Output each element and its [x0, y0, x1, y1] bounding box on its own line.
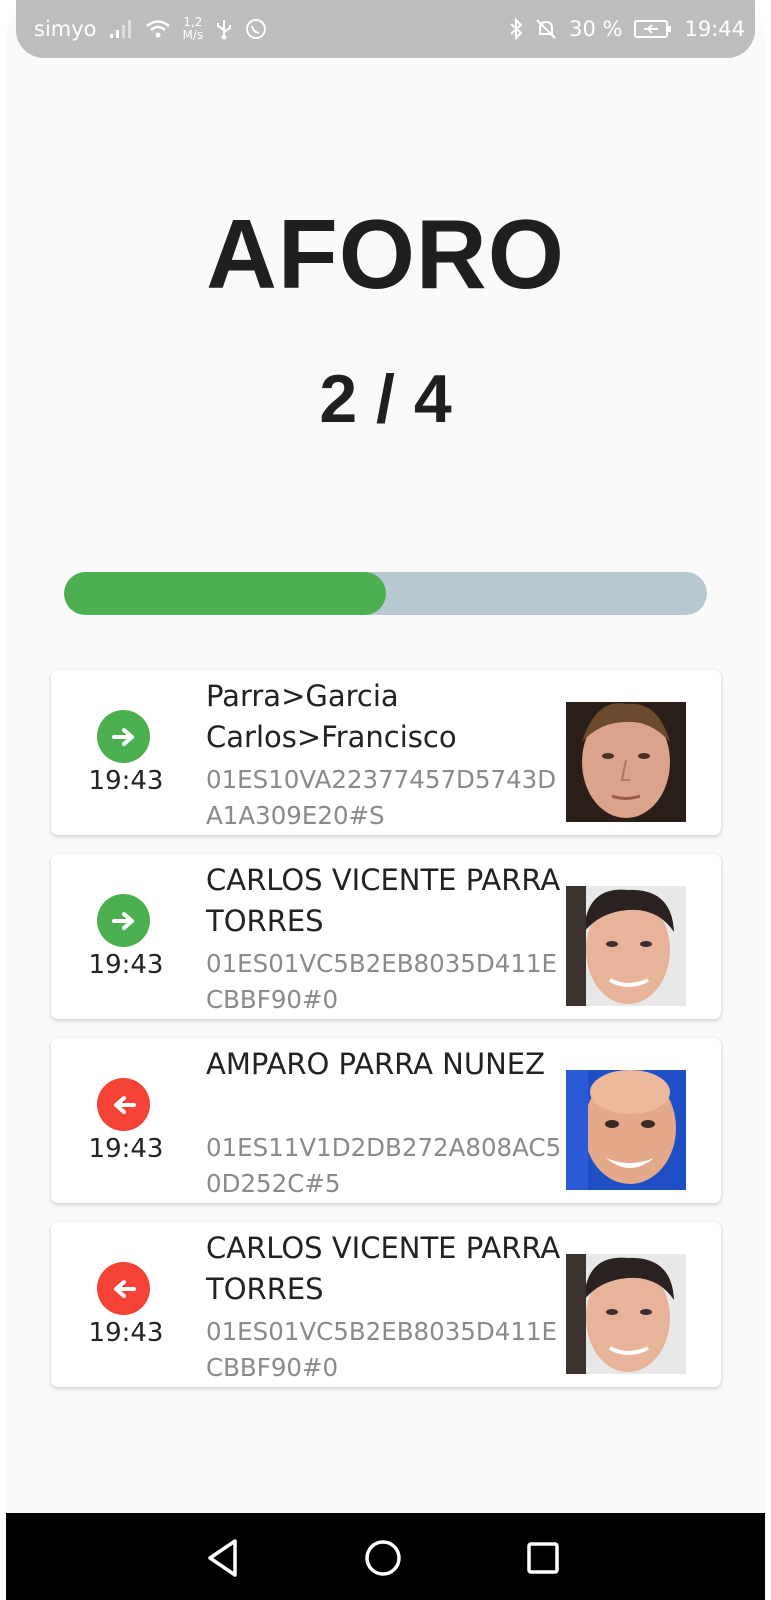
entry-name: AMPARO PARRA NUNEZ	[206, 1047, 545, 1081]
entry-card[interactable]: 19:43 Parra>Garcia Carlos>Francisco 01ES…	[51, 670, 721, 835]
entry-card[interactable]: 19:43 CARLOS VICENTE PARRA TORRES 01ES01…	[51, 1222, 721, 1387]
arrow-right-icon	[97, 894, 150, 947]
occupancy-counter: 2 / 4	[319, 361, 452, 437]
entry-name: CARLOS VICENTE PARRA TORRES	[206, 863, 561, 938]
entry-code: 01ES10VA22377457D5743DA1A309E20#S	[206, 765, 557, 830]
page-title: AFORO	[206, 199, 565, 309]
entry-time: 19:43	[88, 766, 164, 796]
entry-time: 19:43	[88, 1134, 164, 1164]
entry-card[interactable]: 19:43 AMPARO PARRA NUNEZ 01ES11V1D2DB272…	[51, 1038, 721, 1203]
battery-icon	[634, 19, 672, 39]
navigation-bar	[6, 1513, 765, 1600]
occupancy-progress-fill	[64, 572, 386, 615]
speed-unit: M/s	[182, 28, 204, 42]
carrier-label: simyo	[34, 17, 97, 41]
wifi-icon	[145, 19, 171, 39]
entry-time: 19:43	[88, 950, 164, 980]
recents-square-icon[interactable]	[520, 1535, 566, 1581]
status-clock: 19:44	[684, 17, 745, 41]
entry-name: Parra>Garcia Carlos>Francisco	[206, 679, 457, 754]
whatsapp-icon	[245, 18, 267, 40]
network-speed: 1,2 M/s	[183, 16, 204, 42]
entry-code: 01ES01VC5B2EB8035D411ECBBF90#0	[206, 949, 557, 1014]
entry-code: 01ES01VC5B2EB8035D411ECBBF90#0	[206, 1317, 557, 1382]
usb-icon	[215, 18, 233, 40]
arrow-left-icon	[97, 1262, 150, 1315]
bluetooth-icon	[509, 18, 523, 40]
back-triangle-icon[interactable]	[200, 1535, 246, 1581]
person-photo	[566, 1254, 686, 1374]
person-photo	[566, 886, 686, 1006]
occupancy-progress-bar	[64, 572, 707, 615]
entry-time: 19:43	[88, 1318, 164, 1348]
battery-percent: 30 %	[569, 17, 623, 41]
entry-card[interactable]: 19:43 CARLOS VICENTE PARRA TORRES 01ES01…	[51, 854, 721, 1019]
signal-icon	[109, 19, 133, 39]
arrow-left-icon	[97, 1078, 150, 1131]
entry-name: CARLOS VICENTE PARRA TORRES	[206, 1231, 561, 1306]
mute-bell-icon	[535, 18, 557, 40]
person-photo	[566, 1070, 686, 1190]
status-bar: simyo 1,2 M/s 30 % 19:44	[16, 0, 755, 58]
arrow-right-icon	[97, 710, 150, 763]
person-photo	[566, 702, 686, 822]
home-circle-icon[interactable]	[360, 1535, 406, 1581]
entry-code: 01ES11V1D2DB272A808AC50D252C#5	[206, 1133, 562, 1198]
